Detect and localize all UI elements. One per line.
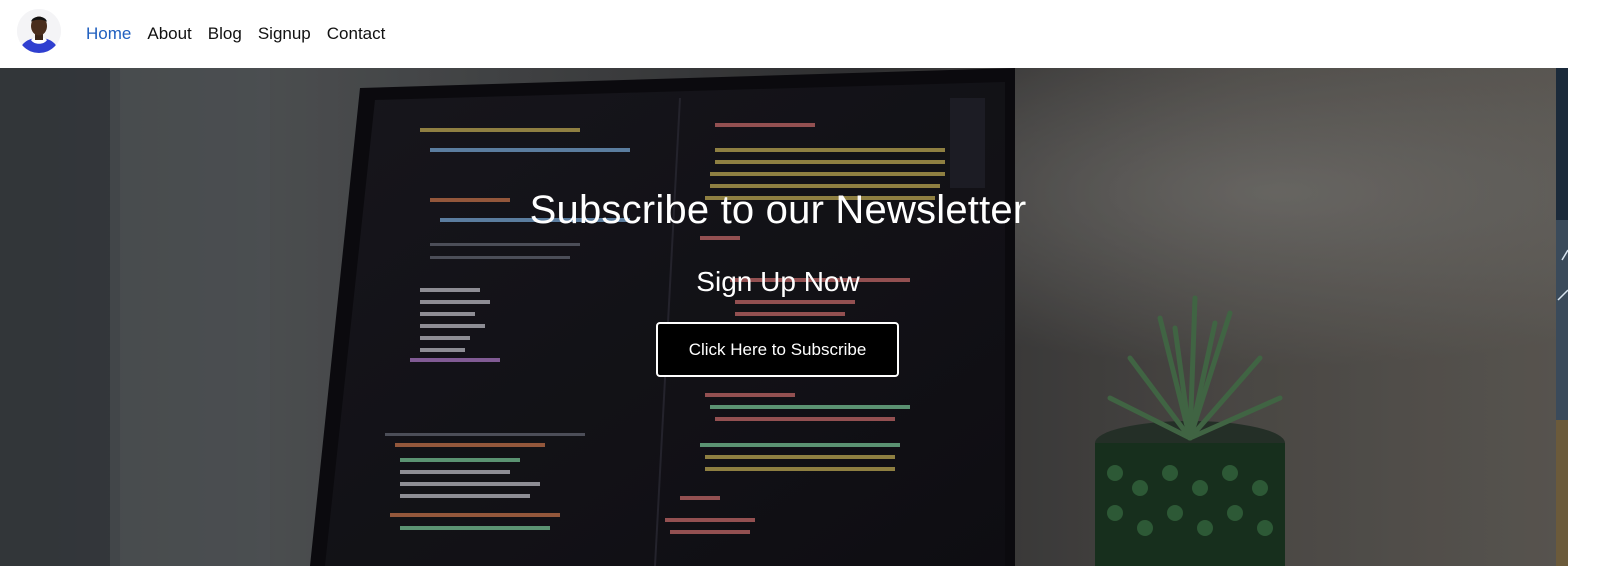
hero-title: Subscribe to our Newsletter <box>529 188 1027 232</box>
nav-link-home[interactable]: Home <box>86 24 131 43</box>
subscribe-button[interactable]: Click Here to Subscribe <box>656 322 899 377</box>
hero-subtitle: Sign Up Now <box>696 266 860 297</box>
right-edge-image <box>1556 0 1613 566</box>
avatar-logo-icon[interactable] <box>17 9 61 53</box>
nav-link-about[interactable]: About <box>147 24 191 43</box>
hero-section: Subscribe to our Newsletter Sign Up Now … <box>0 68 1556 566</box>
nav-link-contact[interactable]: Contact <box>327 24 386 43</box>
nav-link-signup[interactable]: Signup <box>258 24 311 43</box>
nav-links: Home About Blog Signup Contact <box>86 0 385 68</box>
page: Home About Blog Signup Contact Subscribe… <box>0 0 1613 566</box>
navbar: Home About Blog Signup Contact <box>0 0 1600 68</box>
hero-overlay <box>0 68 1556 566</box>
nav-link-blog[interactable]: Blog <box>208 24 242 43</box>
